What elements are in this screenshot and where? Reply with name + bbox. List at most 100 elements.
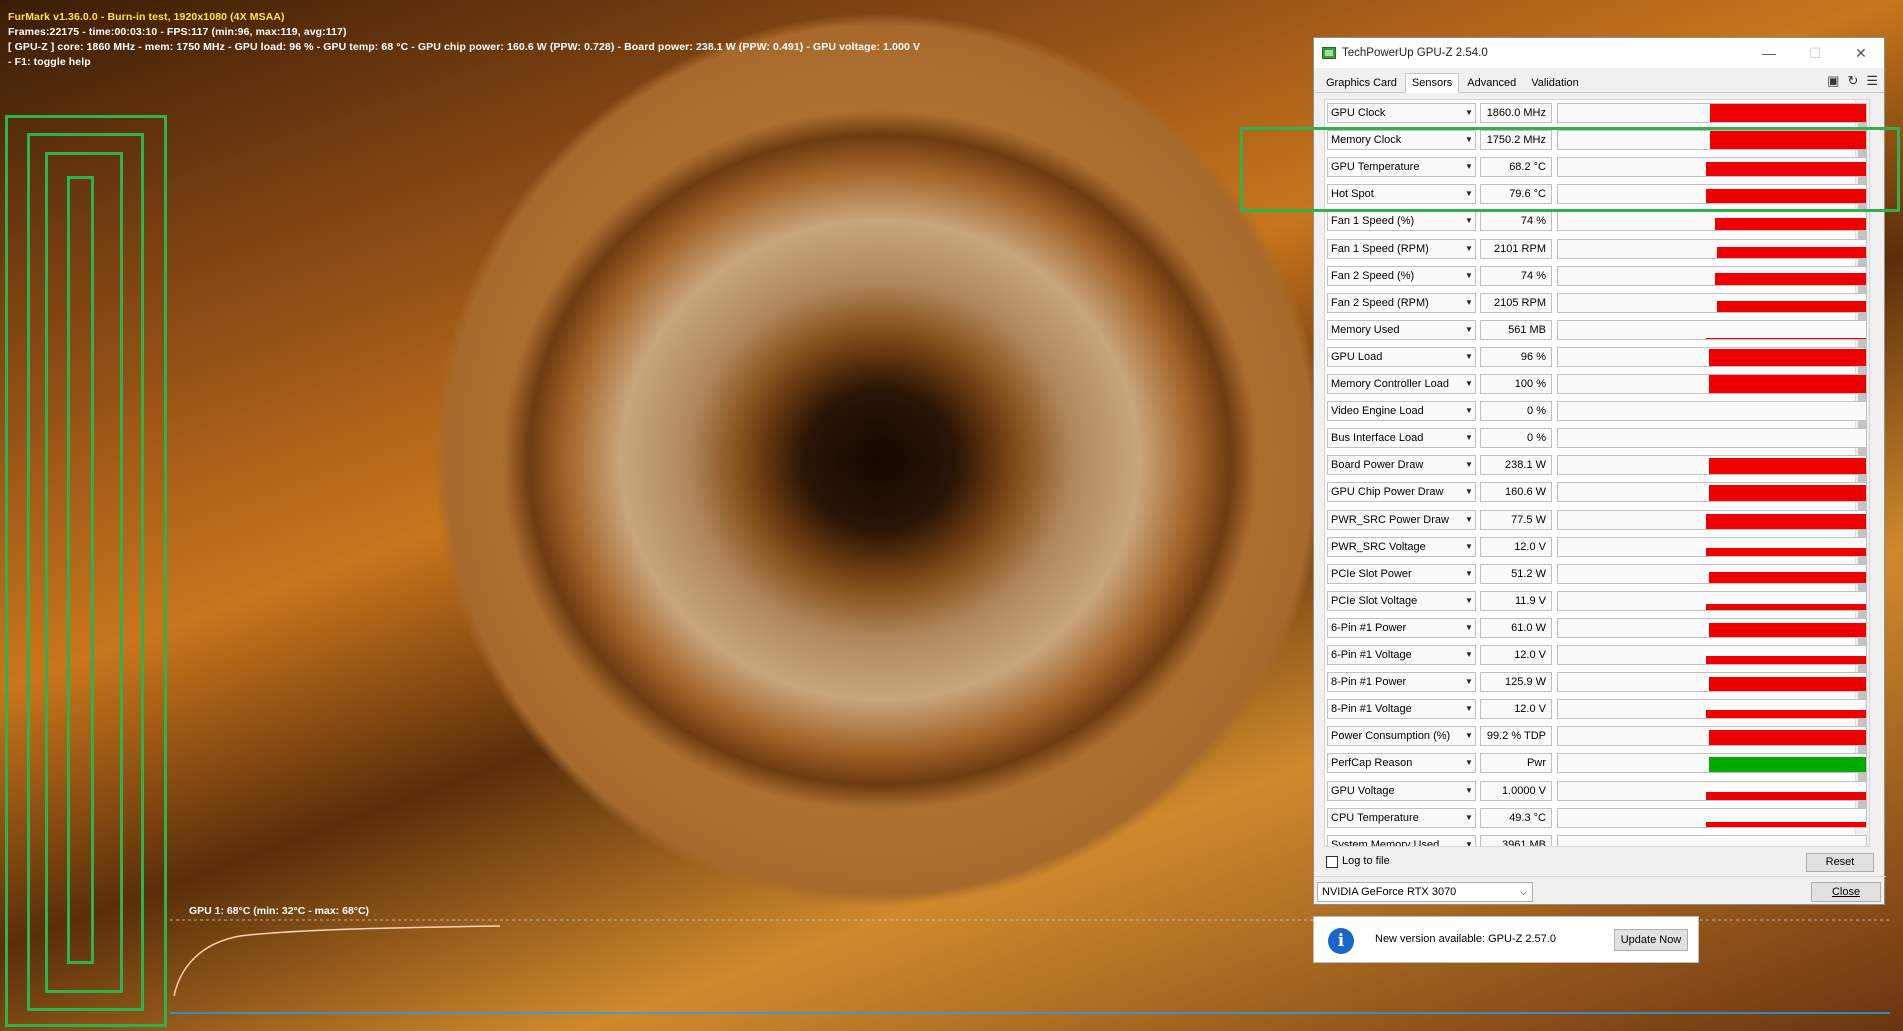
sensor-dropdown-icon[interactable]: ▼: [1465, 672, 1475, 692]
sensor-dropdown-icon[interactable]: ▼: [1465, 726, 1475, 746]
sensor-dropdown-icon[interactable]: ▼: [1465, 645, 1475, 665]
gpu-temp-graph-label: GPU 1: 68°C (min: 32°C - max: 68°C): [189, 905, 370, 917]
close-button[interactable]: Close: [1811, 882, 1881, 902]
sensor-graph: [1557, 617, 1867, 638]
sensor-dropdown-icon[interactable]: ▼: [1465, 374, 1475, 394]
minimize-icon[interactable]: —: [1746, 38, 1792, 68]
sensor-value: 125.9 W: [1480, 672, 1552, 693]
sensor-value: 0 %: [1480, 428, 1552, 449]
log-to-file-label: Log to file: [1342, 855, 1390, 867]
sensor-graph: [1557, 509, 1867, 530]
sensor-dropdown-icon[interactable]: ▼: [1465, 510, 1475, 530]
sensor-graph: [1557, 401, 1867, 422]
sensor-dropdown-icon[interactable]: ▼: [1465, 266, 1475, 286]
sensor-graph: [1557, 536, 1867, 557]
sensor-name[interactable]: 6-Pin #1 Voltage: [1327, 645, 1476, 665]
sensor-graph: [1557, 103, 1867, 123]
tab-advanced[interactable]: Advanced: [1460, 73, 1523, 92]
sensor-name[interactable]: System Memory Used: [1327, 834, 1476, 846]
tab-sensors[interactable]: Sensors: [1404, 73, 1460, 93]
camera-icon[interactable]: ▣: [1827, 73, 1839, 89]
sensor-name[interactable]: CPU Temperature: [1327, 807, 1476, 828]
sensor-name[interactable]: GPU Chip Power Draw: [1327, 482, 1476, 503]
sensor-value: 11.9 V: [1480, 590, 1552, 611]
sensor-graph-bar: [1706, 547, 1866, 556]
sensor-graph: [1557, 753, 1867, 774]
sensor-name[interactable]: Fan 1 Speed (RPM): [1327, 238, 1476, 259]
sensor-row: 8-Pin #1 Voltage ▼ 12.0 V: [1325, 697, 1869, 723]
sensor-value: 100 %: [1480, 374, 1552, 394]
gpuz-titlebar[interactable]: TechPowerUp GPU-Z 2.54.0 — ☐ ✕: [1314, 38, 1884, 68]
sensor-name[interactable]: Memory Used: [1327, 319, 1476, 340]
refresh-icon[interactable]: ↻: [1847, 73, 1858, 89]
menu-icon[interactable]: ☰: [1866, 73, 1878, 89]
sensor-dropdown-icon[interactable]: ▼: [1465, 537, 1475, 557]
sensor-dropdown-icon[interactable]: ▼: [1465, 781, 1475, 801]
sensor-dropdown-icon[interactable]: ▼: [1465, 239, 1475, 259]
sensor-graph-bar: [1709, 485, 1866, 502]
sensor-dropdown-icon[interactable]: ▼: [1465, 753, 1475, 773]
sensor-graph: [1557, 482, 1867, 503]
sensor-graph-bar: [1706, 603, 1866, 610]
sensor-name[interactable]: PCIe Slot Power: [1327, 563, 1476, 584]
sensor-name[interactable]: GPU Load: [1327, 346, 1476, 367]
tab-graphics-card[interactable]: Graphics Card: [1319, 73, 1404, 92]
sensor-dropdown-icon[interactable]: ▼: [1465, 320, 1475, 340]
sensor-name[interactable]: Fan 1 Speed (%): [1327, 211, 1476, 232]
sensor-name[interactable]: Bus Interface Load: [1327, 428, 1476, 449]
sensor-dropdown-icon[interactable]: ▼: [1465, 564, 1475, 584]
sensor-name[interactable]: Fan 2 Speed (RPM): [1327, 292, 1476, 313]
sensor-graph-bar: [1709, 375, 1866, 393]
sensor-value: 99.2 % TDP: [1480, 726, 1552, 747]
sensor-name[interactable]: PWR_SRC Power Draw: [1327, 509, 1476, 530]
green-frame-inner: [67, 176, 94, 964]
gpuz-log-row: Log to file Reset: [1324, 853, 1880, 873]
log-to-file-checkbox[interactable]: [1326, 856, 1338, 868]
sensor-name[interactable]: 8-Pin #1 Power: [1327, 672, 1476, 693]
sensor-name[interactable]: Power Consumption (%): [1327, 726, 1476, 747]
sensor-name[interactable]: Video Engine Load: [1327, 401, 1476, 422]
sensor-dropdown-icon[interactable]: ▼: [1465, 293, 1475, 313]
update-now-button[interactable]: Update Now: [1614, 929, 1688, 951]
sensor-dropdown-icon[interactable]: ▼: [1465, 103, 1475, 123]
sensor-graph-bar: [1709, 571, 1866, 583]
sensor-name[interactable]: PWR_SRC Voltage: [1327, 536, 1476, 557]
sensor-dropdown-icon[interactable]: ▼: [1465, 591, 1475, 611]
sensor-dropdown-icon[interactable]: ▼: [1465, 482, 1475, 502]
sensor-value: 61.0 W: [1480, 617, 1552, 638]
sensor-name[interactable]: GPU Clock: [1327, 103, 1476, 123]
sensor-name[interactable]: PerfCap Reason: [1327, 753, 1476, 774]
sensor-dropdown-icon[interactable]: ▼: [1465, 455, 1475, 475]
sensor-row: 8-Pin #1 Power ▼ 125.9 W: [1325, 670, 1869, 696]
sensor-dropdown-icon[interactable]: ▼: [1465, 211, 1475, 231]
sensor-dropdown-icon[interactable]: ▼: [1465, 699, 1475, 719]
sensor-dropdown-icon[interactable]: ▼: [1465, 808, 1475, 828]
sensor-name[interactable]: 8-Pin #1 Voltage: [1327, 699, 1476, 720]
sensor-name[interactable]: PCIe Slot Voltage: [1327, 590, 1476, 611]
sensor-value: 49.3 °C: [1480, 807, 1552, 828]
gpu-select[interactable]: NVIDIA GeForce RTX 3070 ⌵: [1317, 882, 1533, 902]
sensor-name[interactable]: Fan 2 Speed (%): [1327, 265, 1476, 286]
tab-validation[interactable]: Validation: [1524, 73, 1586, 92]
sensor-name[interactable]: Board Power Draw: [1327, 455, 1476, 476]
sensor-graph-bar: [1709, 622, 1866, 637]
sensor-dropdown-icon[interactable]: ▼: [1465, 428, 1475, 448]
sensor-row: PWR_SRC Power Draw ▼ 77.5 W: [1325, 508, 1869, 534]
sensor-name[interactable]: GPU Voltage: [1327, 780, 1476, 801]
sensor-graph-bar: [1706, 513, 1866, 529]
sensor-name[interactable]: 6-Pin #1 Power: [1327, 617, 1476, 638]
sensor-dropdown-icon[interactable]: ▼: [1465, 401, 1475, 421]
maximize-icon[interactable]: ☐: [1792, 38, 1838, 68]
sensor-graph: [1557, 645, 1867, 665]
sensor-row: PWR_SRC Voltage ▼ 12.0 V: [1325, 535, 1869, 561]
sensor-dropdown-icon[interactable]: ▼: [1465, 347, 1475, 367]
sensor-row: GPU Clock ▼ 1860.0 MHz: [1325, 101, 1869, 127]
sensor-name[interactable]: Memory Controller Load: [1327, 374, 1476, 394]
sensor-dropdown-icon[interactable]: ▼: [1465, 618, 1475, 638]
close-icon[interactable]: ✕: [1838, 38, 1884, 68]
reset-button[interactable]: Reset: [1806, 853, 1874, 872]
chevron-down-icon: ⌵: [1520, 887, 1527, 897]
sensor-dropdown-icon[interactable]: ▼: [1465, 835, 1475, 846]
sensor-graph-bar: [1706, 337, 1866, 339]
sensor-graph: [1557, 672, 1867, 693]
